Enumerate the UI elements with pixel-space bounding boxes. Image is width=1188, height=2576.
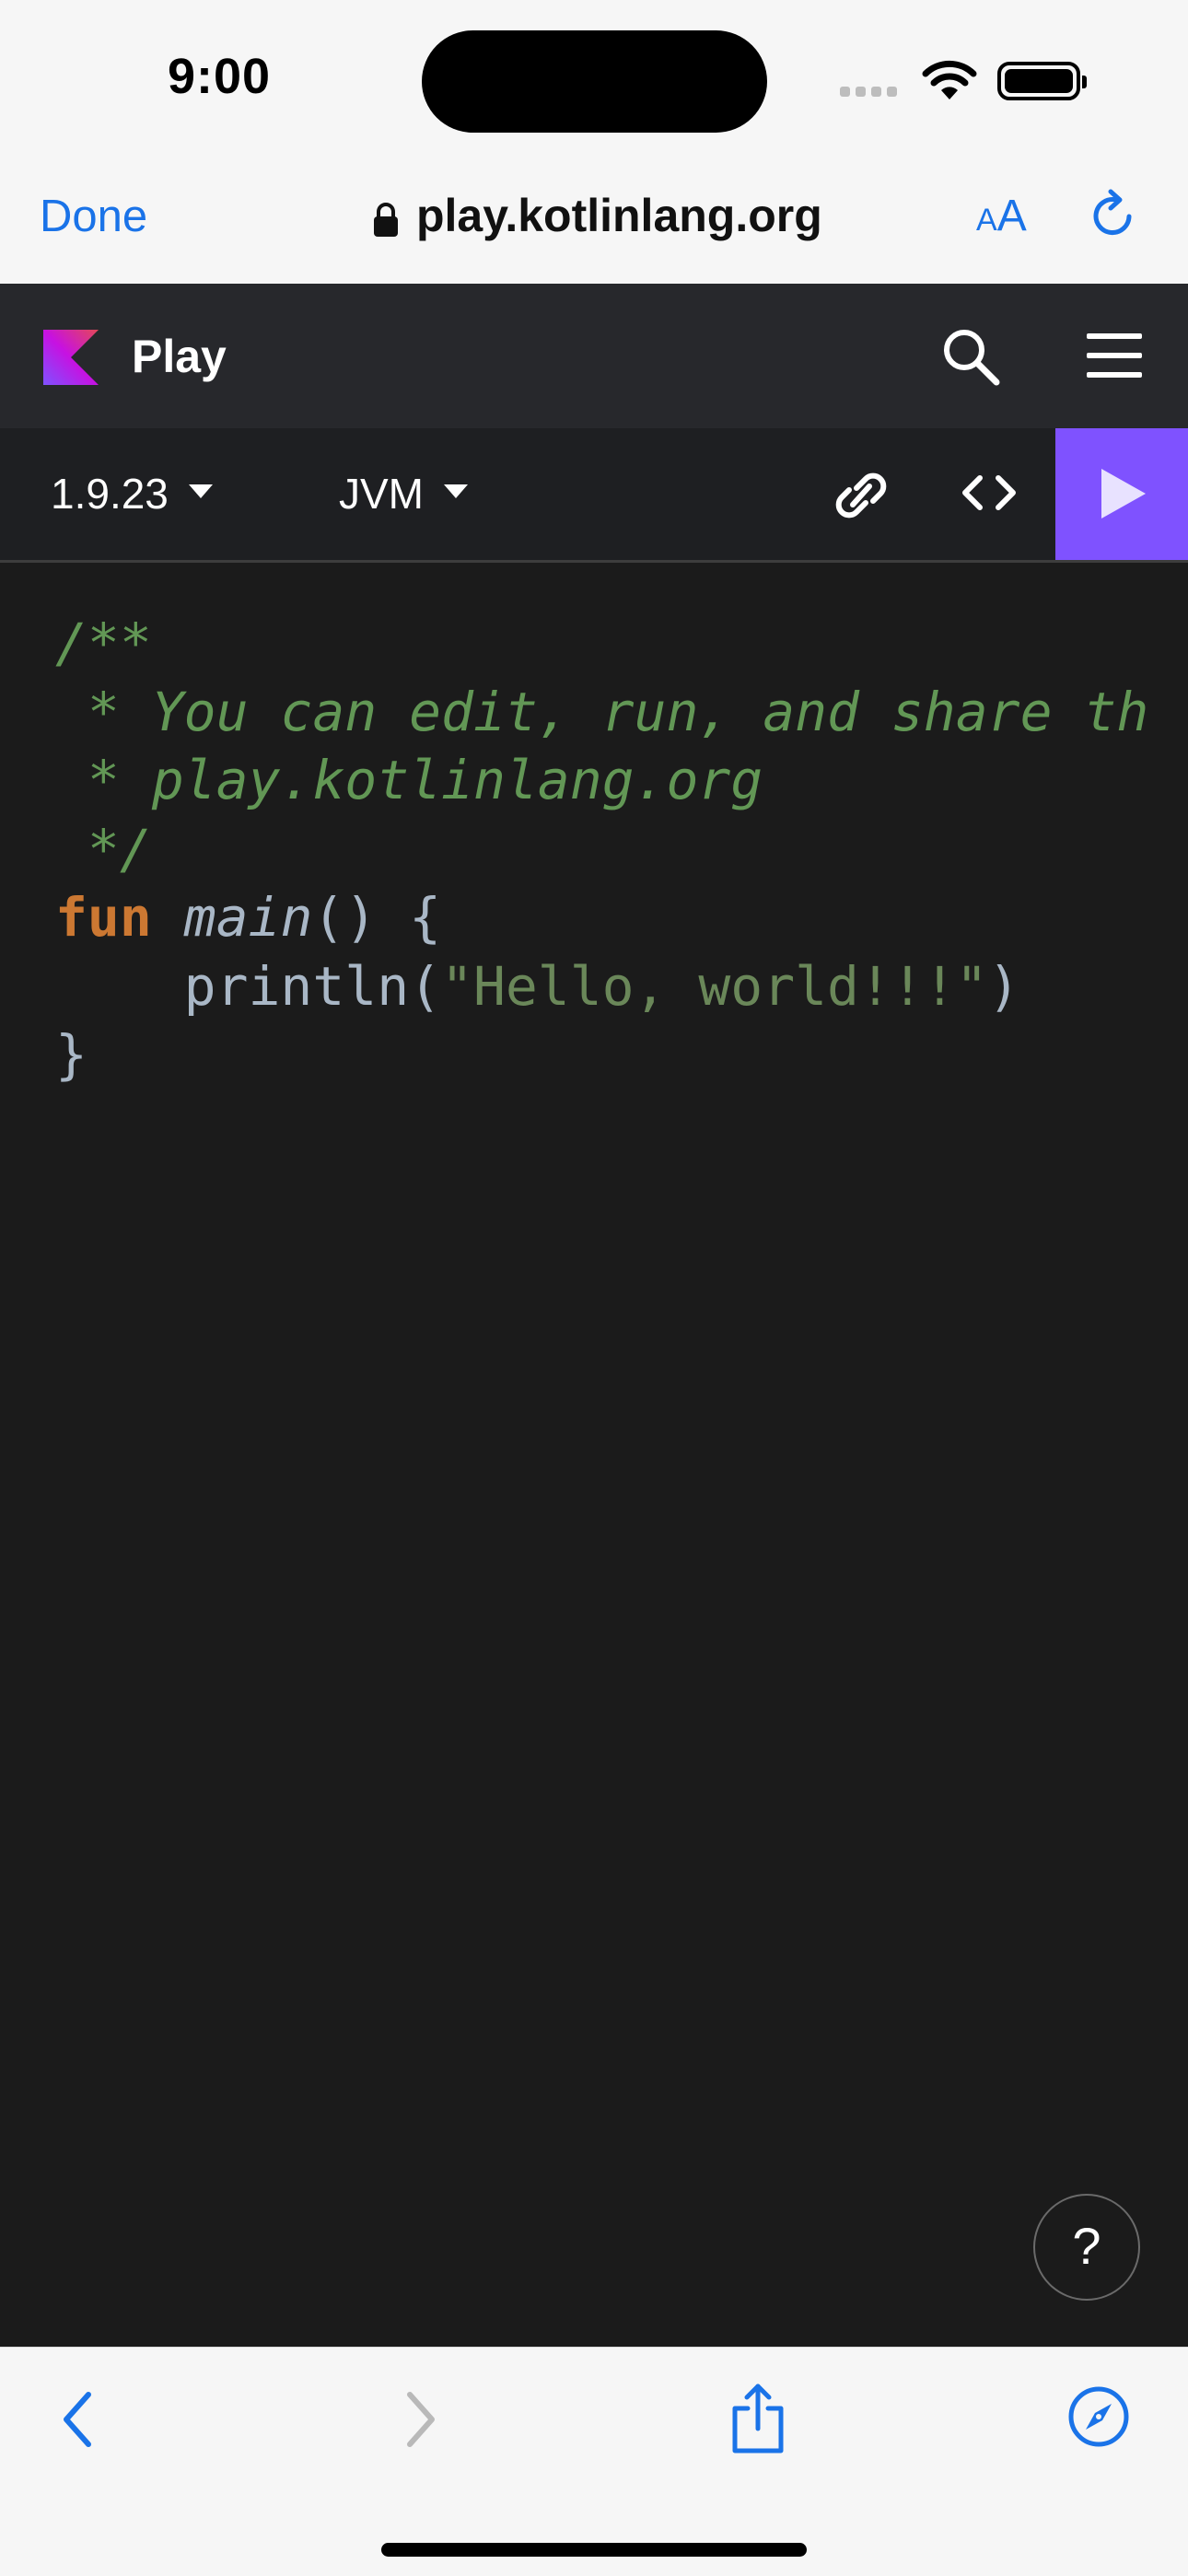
run-button[interactable] [1055,428,1188,560]
play-icon [1101,469,1146,519]
code-editor[interactable]: /** * You can edit, run, and share th * … [0,563,1188,2347]
wifi-icon [922,60,977,99]
status-time: 9:00 [168,49,272,104]
browser-address-bar: Done play.kotlinlang.org AA [0,161,1188,284]
code-brackets-icon[interactable] [961,472,1017,513]
dynamic-island [422,30,767,133]
code-punctuation: ) [987,954,1020,1018]
page-title[interactable]: Play [132,330,227,383]
chevron-right-icon[interactable] [401,2389,441,2450]
chevron-left-icon[interactable] [57,2389,98,2450]
compass-icon[interactable] [1066,2384,1131,2449]
editor-toolbar: 1.9.23 JVM [0,428,1188,563]
home-indicator [381,2543,807,2557]
share-icon[interactable] [728,2383,788,2456]
done-button[interactable]: Done [40,191,147,242]
code-punctuation: } [55,1023,87,1086]
code-comment-line: */ [55,817,152,880]
text-size-button[interactable]: AA [976,191,1027,241]
code-string: "Hello, world!!!" [441,954,988,1018]
chevron-down-icon [188,484,213,499]
link-icon[interactable] [831,470,891,521]
code-keyword: fun [55,886,152,949]
code-call: println( [55,954,442,1018]
lock-icon [374,203,398,237]
chevron-down-icon [444,484,468,499]
search-icon[interactable] [939,325,1002,388]
version-dropdown[interactable]: 1.9.23 [51,469,213,519]
target-dropdown[interactable]: JVM [339,469,468,519]
cellular-signal-icon [840,85,904,98]
code-punctuation: () { [312,886,442,949]
browser-bottom-toolbar [0,2347,1188,2576]
kotlin-header: Play [0,284,1188,428]
reload-icon[interactable] [1089,189,1140,244]
url-field[interactable]: play.kotlinlang.org [416,189,822,242]
code-function-name: main [183,886,313,949]
kotlin-logo-icon[interactable] [43,330,99,385]
code-comment-line: * You can edit, run, and share th [55,680,1149,743]
battery-icon [997,62,1087,100]
help-button[interactable]: ? [1033,2194,1140,2301]
code-text[interactable]: /** * You can edit, run, and share th * … [55,609,1148,1090]
code-comment-line: * play.kotlinlang.org [55,749,763,811]
status-bar: 9:00 [0,0,1188,161]
code-comment-line: /** [55,612,152,674]
hamburger-menu-icon[interactable] [1087,332,1142,379]
